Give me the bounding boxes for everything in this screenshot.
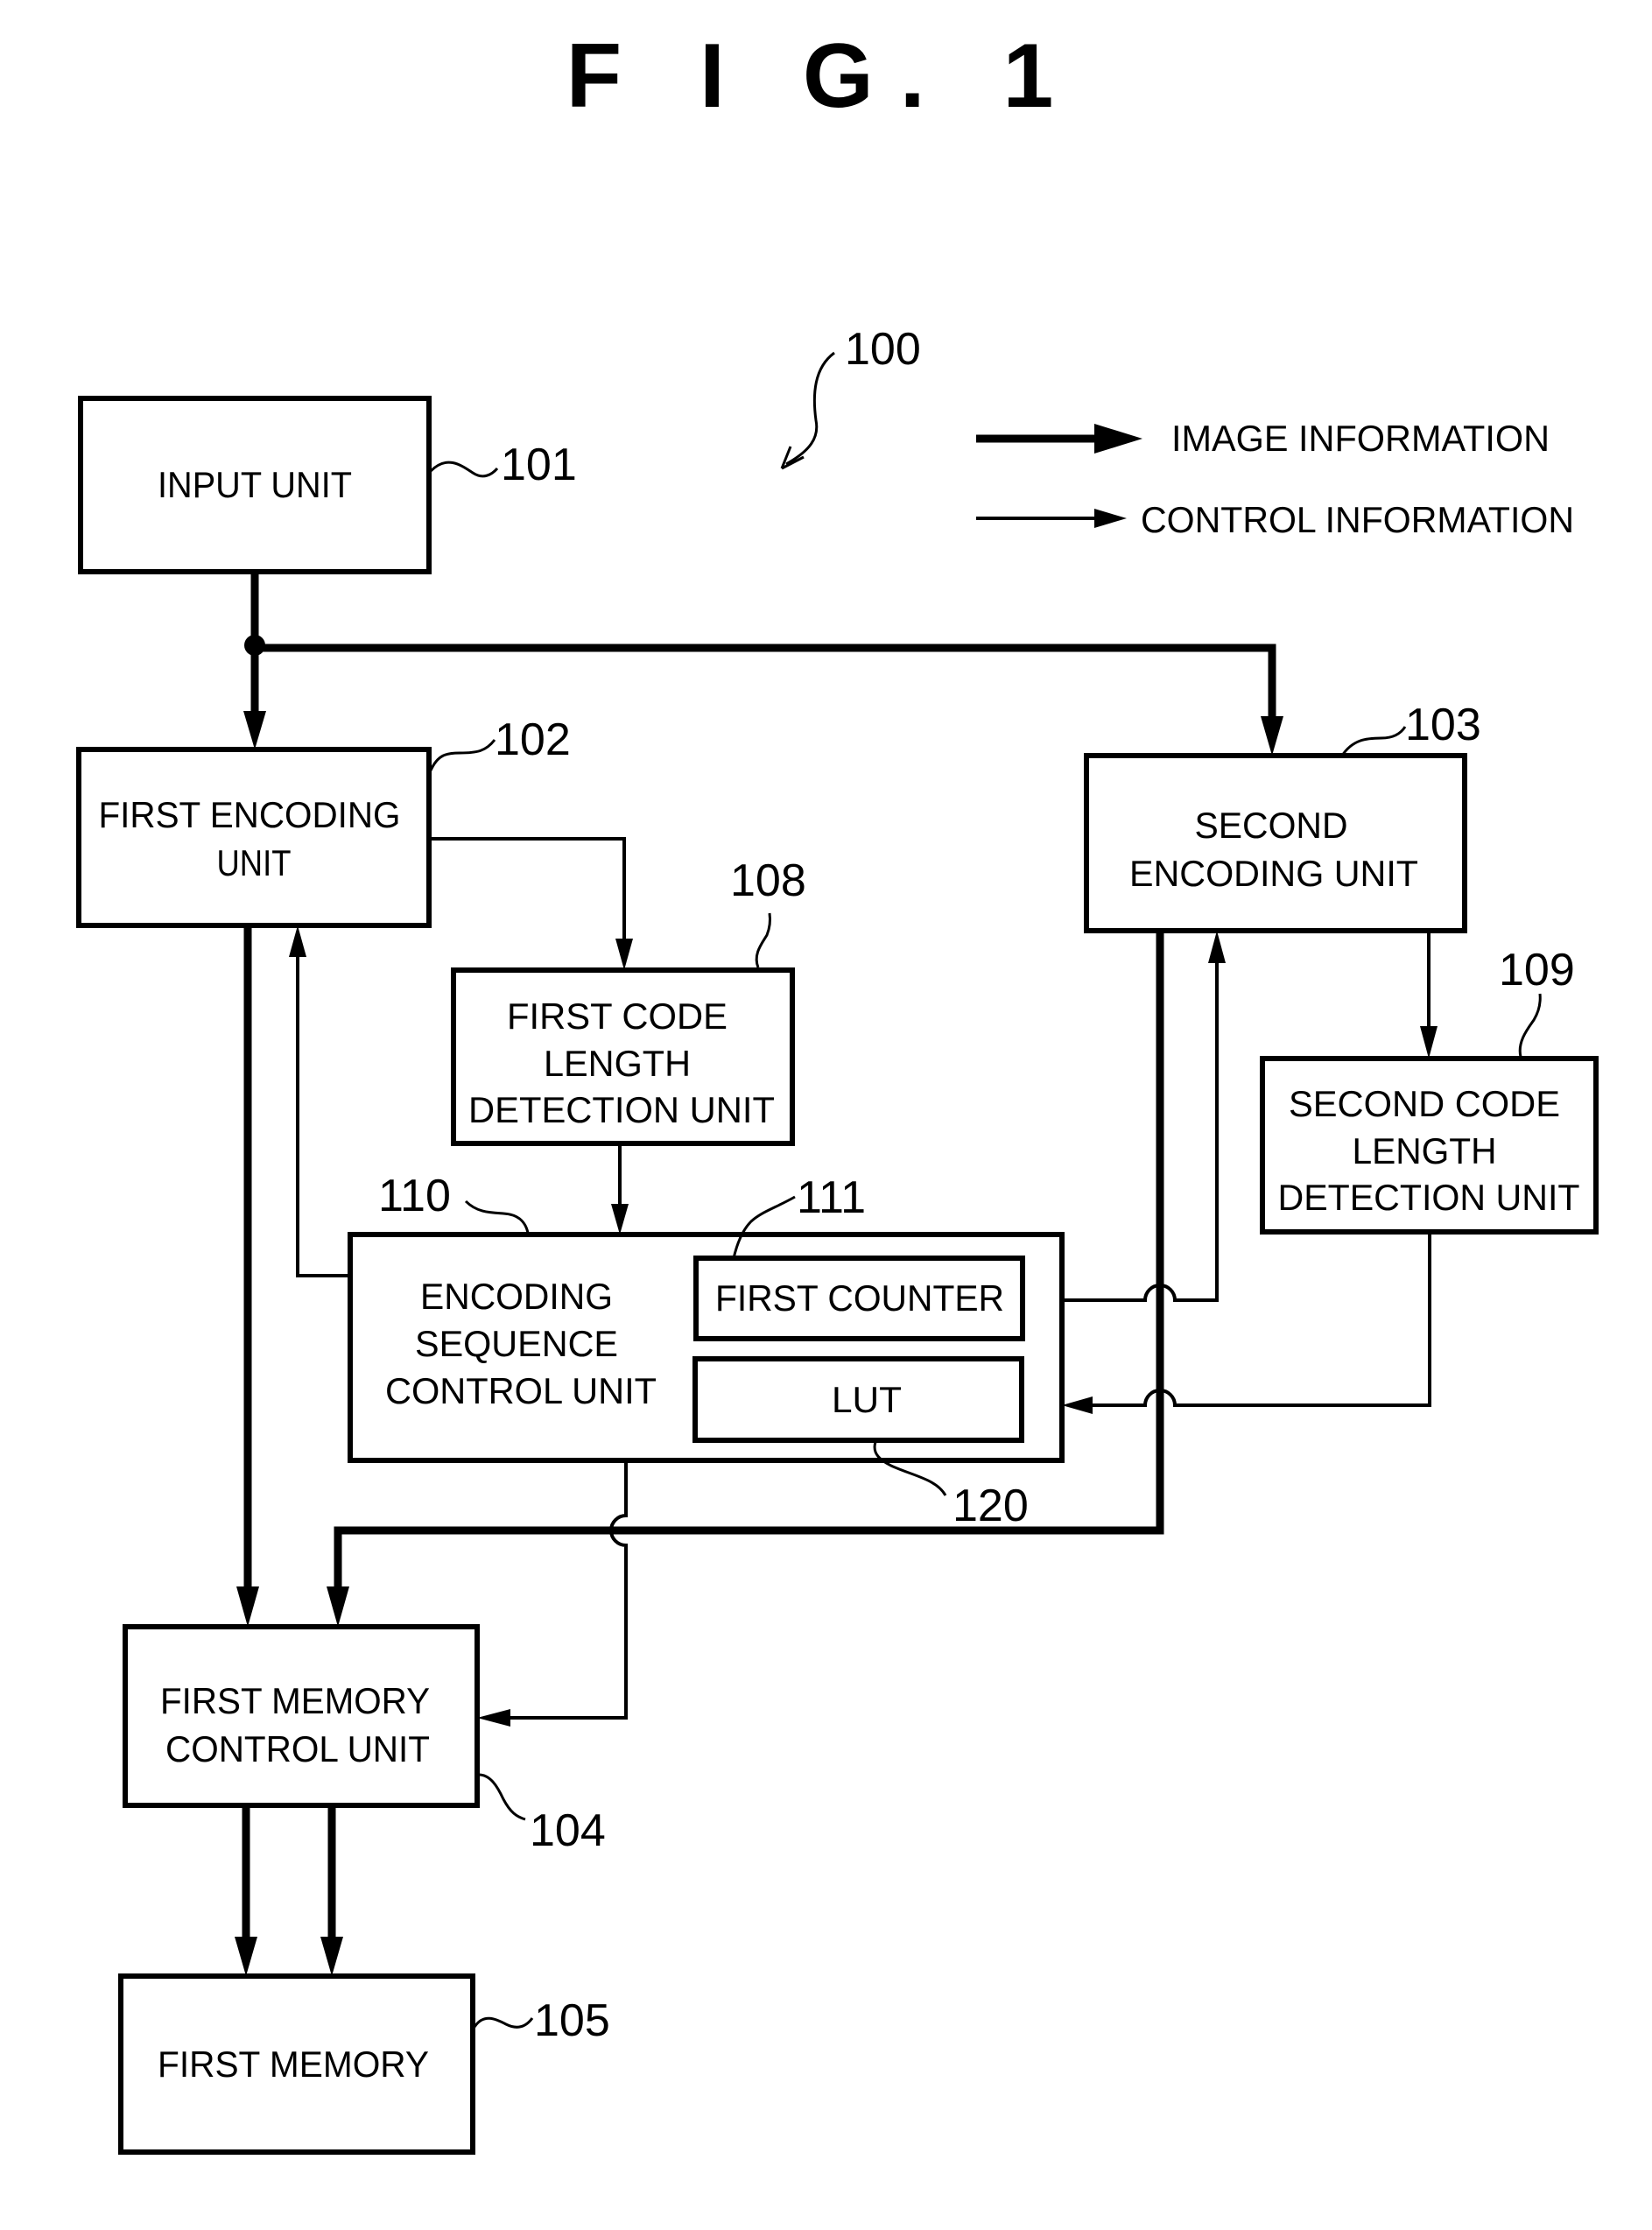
block-first-memory-control-unit: FIRST MEMORY CONTROL UNIT (123, 1624, 480, 1808)
ref-109-leader (1518, 993, 1542, 1058)
ref-104-leader (478, 1773, 526, 1821)
edge-first-encoding-to-fcld (429, 837, 626, 941)
input-unit-label: INPUT UNIT (158, 464, 352, 505)
second-encoding-unit-label-line1: SECOND (1195, 805, 1348, 846)
block-diagram: F I G. 1 100 IMAGE INFORMATION CONTROL I… (76, 25, 1599, 2155)
fcld-label-line1: FIRST CODE (507, 995, 728, 1037)
block-first-memory: FIRST MEMORY (118, 1973, 475, 2155)
ref-108-leader (755, 912, 772, 968)
arrowhead-second-encoding-in (1261, 716, 1283, 756)
arrowhead-escu-in-top (611, 1204, 629, 1235)
ref-100-leader-arrow (785, 351, 835, 466)
ref-100-arrowhead (780, 446, 805, 470)
edge-input-to-second-encoding (255, 644, 1276, 720)
ref-110-leader (464, 1199, 530, 1234)
scld-label-line2: LENGTH (1353, 1130, 1497, 1171)
fmcu-label-line2: CONTROL UNIT (165, 1728, 430, 1769)
ref-110: 110 (378, 1171, 451, 1221)
ref-108: 108 (730, 855, 806, 906)
arrowhead-memory-in-1 (235, 1937, 257, 1976)
ref-102-leader (429, 739, 496, 771)
block-first-encoding-unit: FIRST ENCODING UNIT (76, 747, 432, 928)
arrowhead-memory-in-2 (320, 1937, 343, 1976)
escu-label-line2: SEQUENCE (415, 1323, 618, 1364)
arrowhead-fmcu-in-1 (236, 1586, 259, 1627)
scld-label-line3: DETECTION UNIT (1278, 1177, 1580, 1218)
fcld-label-line2: LENGTH (544, 1043, 691, 1084)
escu-label-line1: ENCODING (420, 1276, 613, 1317)
edge-escu-to-second-encoding (1062, 960, 1219, 1302)
scld-label-line1: SECOND CODE (1289, 1083, 1560, 1124)
block-input-unit: INPUT UNIT (78, 396, 432, 574)
ref-104: 104 (530, 1805, 606, 1856)
block-second-code-length-detection-unit: SECOND CODE LENGTH DETECTION UNIT (1260, 1056, 1599, 1235)
ref-101: 101 (501, 440, 577, 490)
first-encoding-unit-label-line2: UNIT (217, 842, 292, 883)
legend: IMAGE INFORMATION CONTROL INFORMATION (976, 418, 1574, 540)
legend-control-information: CONTROL INFORMATION (1141, 499, 1574, 540)
first-encoding-unit-label-line1: FIRST ENCODING (99, 794, 401, 835)
arrowhead-scld-in (1420, 1026, 1438, 1059)
edge-escu-to-fmcu (508, 1460, 628, 1720)
ref-105: 105 (534, 1995, 610, 2046)
ref-103: 103 (1405, 700, 1481, 750)
arrowhead-first-encoding-in (243, 711, 266, 749)
ref-102: 102 (495, 714, 571, 765)
ref-109: 109 (1499, 945, 1575, 995)
figure-title: F I G. 1 (566, 25, 1080, 127)
block-second-encoding-unit: SECOND ENCODING UNIT (1084, 753, 1467, 933)
ref-100: 100 (845, 324, 921, 375)
ref-101-leader (429, 461, 499, 478)
lut-label: LUT (832, 1379, 902, 1420)
ref-111: 111 (797, 1172, 866, 1223)
legend-image-information: IMAGE INFORMATION (1171, 418, 1550, 459)
ref-103-leader (1340, 726, 1407, 756)
ref-105-leader (473, 2016, 534, 2029)
arrowhead-escu-in-right (1062, 1396, 1093, 1414)
edge-scld-to-escu (1090, 1232, 1431, 1407)
legend-control-arrowhead (1094, 509, 1127, 528)
block-lut: LUT (692, 1356, 1024, 1443)
fmcu-label-line1: FIRST MEMORY (160, 1680, 430, 1721)
block-first-code-length-detection-unit: FIRST CODE LENGTH DETECTION UNIT (451, 967, 795, 1146)
arrowhead-fmcu-ctrl (477, 1709, 510, 1727)
first-counter-label: FIRST COUNTER (715, 1277, 1004, 1319)
block-first-counter: FIRST COUNTER (693, 1256, 1025, 1341)
arrowhead-first-encoding-ctrl (289, 925, 306, 957)
ref-120: 120 (953, 1481, 1029, 1531)
second-encoding-unit-label-line2: ENCODING UNIT (1129, 853, 1418, 894)
fcld-label-line3: DETECTION UNIT (468, 1089, 775, 1130)
legend-image-arrowhead (1094, 424, 1142, 454)
arrowhead-fcld-in (615, 939, 633, 970)
arrowhead-fmcu-in-2 (327, 1586, 349, 1627)
edge-escu-to-first-encoding (296, 954, 350, 1277)
arrowhead-second-encoding-ctrl (1208, 931, 1226, 963)
escu-label-line3: CONTROL UNIT (385, 1370, 657, 1411)
first-memory-label: FIRST MEMORY (158, 2044, 429, 2085)
